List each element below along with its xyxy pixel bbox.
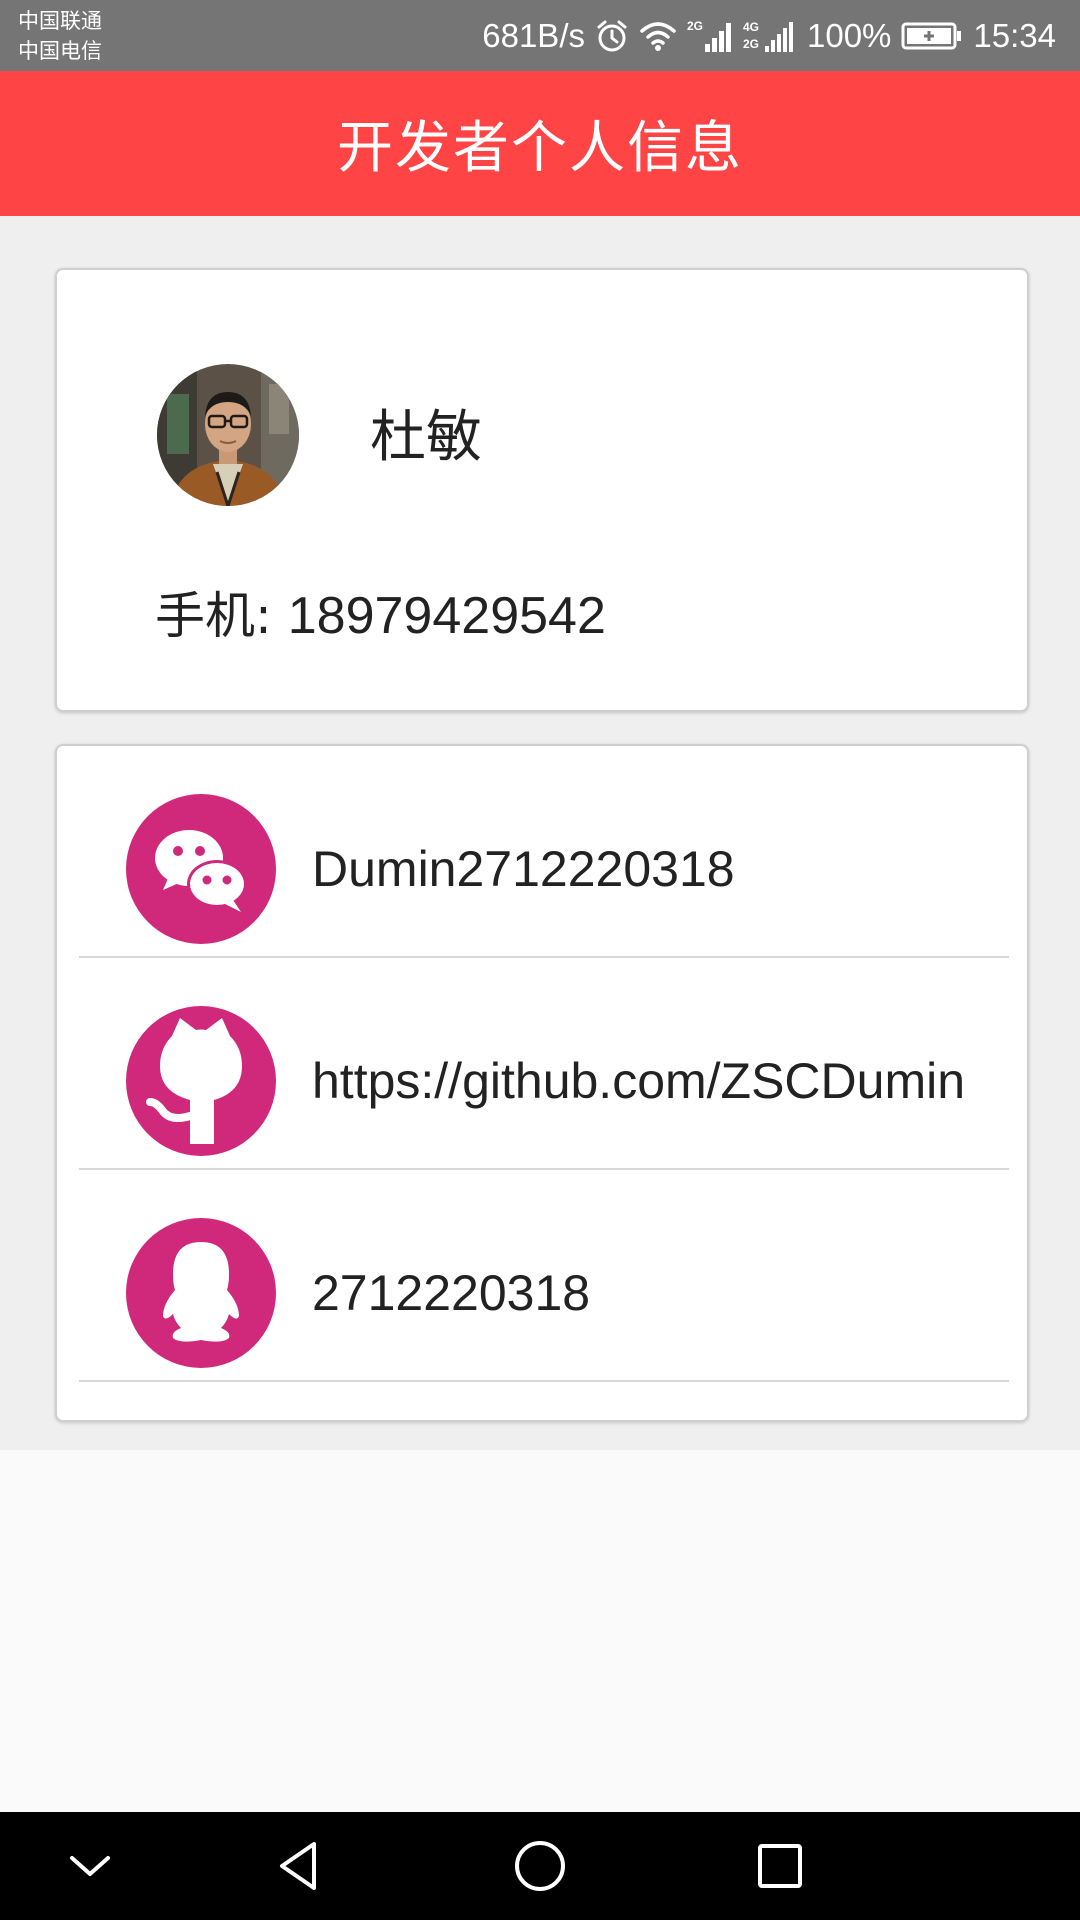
- network-type-label: 2G: [687, 19, 703, 33]
- content-area: 杜敏 手机: 18979429542 Dumin2712220318 https…: [0, 216, 1080, 1450]
- home-icon[interactable]: [510, 1836, 570, 1896]
- clock: 15:34: [973, 16, 1056, 54]
- network-type-label: 4G: [743, 20, 759, 34]
- net-speed: 681B/s: [482, 16, 585, 54]
- contact-row-wechat[interactable]: Dumin2712220318: [79, 746, 1009, 958]
- developer-name: 杜敏: [370, 405, 482, 470]
- carrier-label: 中国电信: [18, 39, 102, 63]
- battery-charging-icon: [901, 21, 963, 51]
- avatar: [157, 364, 299, 506]
- qq-icon: [126, 1218, 276, 1368]
- profile-card: 杜敏 手机: 18979429542: [55, 268, 1029, 712]
- signal-4g-icon: 4G 2G: [743, 18, 797, 54]
- network-type-label: 2G: [743, 37, 759, 51]
- page-title: 开发者个人信息: [337, 116, 743, 181]
- recents-icon[interactable]: [750, 1836, 810, 1896]
- back-icon[interactable]: [270, 1836, 330, 1896]
- contact-row-qq[interactable]: 2712220318: [79, 1170, 1009, 1382]
- github-icon: [126, 1006, 276, 1156]
- phone-line: 手机: 18979429542: [155, 586, 606, 646]
- battery-percent: 100%: [807, 16, 892, 54]
- carrier-info: 中国联通 中国电信: [18, 6, 102, 66]
- wechat-id: Dumin2712220318: [312, 841, 735, 897]
- contact-row-github[interactable]: https://github.com/ZSCDumin: [79, 958, 1009, 1170]
- phone-label: 手机:: [155, 587, 288, 645]
- status-bar: 中国联通 中国电信 681B/s 2G 4G 2G 100% 15:34: [0, 0, 1080, 71]
- signal-2g-icon: 2G: [687, 18, 733, 54]
- wifi-icon: [639, 20, 677, 52]
- screen: 中国联通 中国电信 681B/s 2G 4G 2G 100% 15:34 开发者…: [0, 0, 1080, 1920]
- navigation-bar: [0, 1812, 1080, 1920]
- github-url[interactable]: https://github.com/ZSCDumin: [312, 1051, 965, 1111]
- alarm-icon: [595, 19, 629, 53]
- contacts-card: Dumin2712220318 https://github.com/ZSCDu…: [55, 744, 1029, 1422]
- phone-number[interactable]: 18979429542: [288, 587, 606, 645]
- wechat-icon: [126, 794, 276, 944]
- status-indicators: 681B/s 2G 4G 2G 100% 15:34: [472, 0, 1056, 71]
- carrier-label: 中国联通: [18, 9, 102, 33]
- app-bar: 开发者个人信息: [0, 71, 1080, 216]
- qq-number: 2712220318: [312, 1265, 591, 1321]
- chevron-down-icon[interactable]: [60, 1836, 120, 1896]
